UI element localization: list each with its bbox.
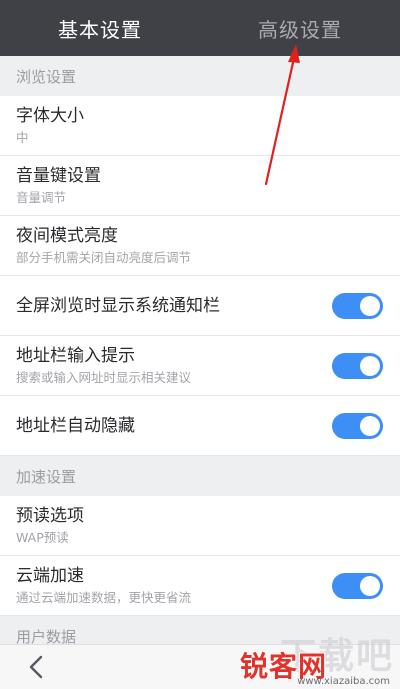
tab-basic-settings[interactable]: 基本设置 [0,0,200,56]
bottom-nav-bar [0,644,400,689]
setting-title: 音量键设置 [16,165,101,186]
chevron-left-icon [29,655,43,679]
setting-volume-key[interactable]: 音量键设置 音量调节 [0,156,400,216]
setting-subtitle: 部分手机需关闭自动亮度后调节 [16,249,192,265]
tab-basic-settings-label: 基本设置 [58,17,142,42]
toggle-switch[interactable] [332,352,383,379]
setting-night-brightness[interactable]: 夜间模式亮度 部分手机需关闭自动亮度后调节 [0,216,400,276]
setting-title: 夜间模式亮度 [16,225,118,246]
setting-fullscreen-notification[interactable]: 全屏浏览时显示系统通知栏 [0,276,400,336]
setting-subtitle: WAP预读 [16,529,69,545]
tab-advanced-settings[interactable]: 高级设置 [200,0,400,56]
toggle-switch[interactable] [332,572,383,599]
section-header-user-data: 用户数据 [0,616,400,645]
section-header-browse: 浏览设置 [0,56,400,96]
section-header-acceleration: 加速设置 [0,456,400,496]
setting-subtitle: 中 [16,129,29,145]
setting-title: 预读选项 [16,505,84,526]
setting-cloud-acceleration[interactable]: 云端加速 通过云端加速数据，更快更省流 [0,556,400,616]
back-button[interactable] [22,653,50,681]
setting-preread[interactable]: 预读选项 WAP预读 [0,496,400,556]
toggle-switch[interactable] [332,412,383,439]
toggle-knob [360,355,380,376]
setting-address-bar-autohide[interactable]: 地址栏自动隐藏 [0,396,400,456]
setting-address-bar-suggest[interactable]: 地址栏输入提示 搜索或输入网址时显示相关建议 [0,336,400,396]
top-tab-bar: 基本设置 高级设置 [0,0,400,56]
setting-title: 字体大小 [16,105,84,126]
setting-subtitle: 音量调节 [16,189,67,205]
toggle-knob [360,295,380,316]
settings-list[interactable]: 浏览设置 字体大小 中 音量键设置 音量调节 夜间模式亮度 部分手机需关闭自动亮… [0,56,400,645]
tab-advanced-settings-label: 高级设置 [258,17,342,42]
toggle-knob [360,575,380,596]
toggle-knob [360,415,380,436]
setting-font-size[interactable]: 字体大小 中 [0,96,400,156]
toggle-switch[interactable] [332,292,383,319]
